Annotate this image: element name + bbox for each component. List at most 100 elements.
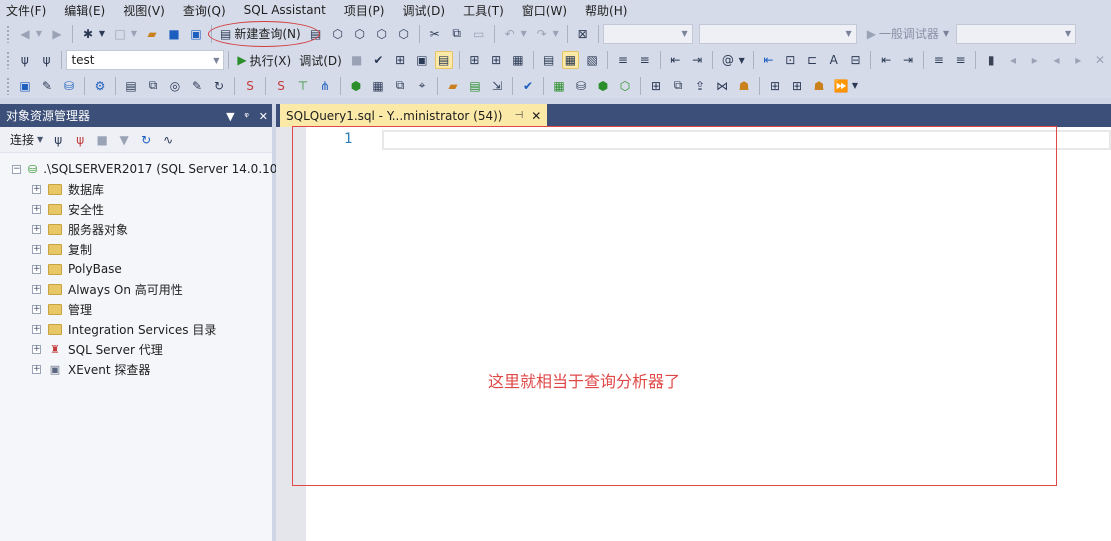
- sa-forward-icon[interactable]: ⏩: [832, 77, 850, 95]
- prev-bookmark-icon[interactable]: ◂: [1004, 51, 1022, 69]
- platform-combo[interactable]: ▼: [698, 23, 857, 44]
- sa-database-icon[interactable]: ⛁: [60, 77, 78, 95]
- expand-icon[interactable]: +: [32, 344, 41, 354]
- sa-tree-icon[interactable]: ⊤: [294, 77, 312, 95]
- sa-excel-icon[interactable]: ▦: [550, 77, 568, 95]
- parse-icon[interactable]: ✔: [370, 51, 388, 69]
- tree-node[interactable]: + Integration Services 目录: [0, 319, 272, 339]
- comment-icon[interactable]: ≡: [614, 51, 632, 69]
- debugger-button[interactable]: ▶ 一般调试器 ▼: [863, 24, 956, 44]
- sa-window-icon[interactable]: ▣: [16, 77, 34, 95]
- sql-assistant-options-icon[interactable]: ⊡: [781, 51, 799, 69]
- dax-query-icon[interactable]: ⬡: [395, 25, 413, 43]
- sa-folder-icon[interactable]: ▰: [444, 77, 462, 95]
- query-editor[interactable]: 1: [276, 127, 1111, 541]
- results-to-text-icon[interactable]: ▤: [540, 51, 558, 69]
- close-icon[interactable]: ✕: [259, 110, 268, 123]
- change-connection-icon[interactable]: ψ: [38, 51, 56, 69]
- activity-monitor-icon[interactable]: ⊠: [574, 25, 592, 43]
- tree-node[interactable]: + ▣ XEvent 探查器: [0, 359, 272, 379]
- toolbar-grip[interactable]: [6, 76, 10, 95]
- expand-icon[interactable]: +: [32, 304, 41, 314]
- pin-icon[interactable]: ⊣: [515, 110, 524, 121]
- sa-schema-icon[interactable]: ⊞: [647, 77, 665, 95]
- sa-package-icon[interactable]: ⬡: [616, 77, 634, 95]
- live-query-stats-icon[interactable]: ⊞: [487, 51, 505, 69]
- debug-button[interactable]: 调试(D): [295, 50, 346, 70]
- sa-data-icon[interactable]: ⛁: [572, 77, 590, 95]
- sa-refresh-icon[interactable]: ↻: [210, 77, 228, 95]
- results-to-file-icon[interactable]: ▧: [583, 51, 601, 69]
- indent-icon[interactable]: ⇥: [899, 51, 917, 69]
- sa-cubes-icon[interactable]: ⬢: [594, 77, 612, 95]
- available-databases-combo[interactable]: test ▼: [66, 50, 225, 70]
- current-line-highlight[interactable]: [382, 130, 1111, 150]
- save-icon[interactable]: ■: [165, 25, 183, 43]
- sa-grid-icon[interactable]: ⊞: [766, 77, 784, 95]
- next-bookmark-folder-icon[interactable]: ▸: [1069, 51, 1087, 69]
- refresh-icon[interactable]: ↻: [137, 131, 155, 149]
- menu-tools[interactable]: 工具(T): [463, 2, 504, 19]
- intellisense-icon[interactable]: ▤: [434, 51, 453, 69]
- tree-node[interactable]: + 数据库: [0, 179, 272, 199]
- expand-icon[interactable]: +: [32, 204, 41, 214]
- undo-icon[interactable]: ↶: [501, 25, 519, 43]
- stop-icon[interactable]: ■: [93, 131, 111, 149]
- sa-globe-icon[interactable]: ◎: [166, 77, 184, 95]
- sql-assistant-case-icon[interactable]: A: [825, 51, 843, 69]
- sa-export-icon[interactable]: ⇲: [488, 77, 506, 95]
- comment-lines-icon[interactable]: ≡: [930, 51, 948, 69]
- sa-pdf-icon[interactable]: ▤: [466, 77, 484, 95]
- activity-icon[interactable]: ∿: [159, 131, 177, 149]
- pin-icon[interactable]: ᵠ: [244, 110, 249, 123]
- dmx-query-icon[interactable]: ⬡: [351, 25, 369, 43]
- sa-compare-icon[interactable]: ⧉: [669, 77, 687, 95]
- menu-query[interactable]: 查询(Q): [183, 2, 226, 19]
- sa-split-icon[interactable]: ⋔: [316, 77, 334, 95]
- sa-table-icon[interactable]: ▦: [369, 77, 387, 95]
- sql-assistant-format-icon[interactable]: ⇤: [760, 51, 778, 69]
- disconnect-icon[interactable]: ψ: [71, 131, 89, 149]
- sa-settings-icon[interactable]: ⚙: [91, 77, 109, 95]
- expand-icon[interactable]: +: [32, 224, 41, 234]
- expand-icon[interactable]: +: [32, 284, 41, 294]
- sa-tools-icon[interactable]: ✎: [38, 77, 56, 95]
- expand-icon[interactable]: +: [32, 244, 41, 254]
- sa-link-icon[interactable]: ⧉: [144, 77, 162, 95]
- bookmark-icon[interactable]: ▮: [982, 51, 1000, 69]
- new-query-button[interactable]: ▤ 新建查询(N): [208, 20, 320, 47]
- menu-edit[interactable]: 编辑(E): [64, 2, 105, 19]
- cancel-execute-icon[interactable]: ■: [348, 51, 366, 69]
- results-to-grid-icon[interactable]: ▦: [561, 51, 580, 69]
- uncomment-icon[interactable]: ≡: [636, 51, 654, 69]
- clear-bookmarks-icon[interactable]: ✕: [1091, 51, 1109, 69]
- query-options-icon[interactable]: ▣: [413, 51, 431, 69]
- increase-indent-icon[interactable]: ⇥: [688, 51, 706, 69]
- display-estimated-plan-icon[interactable]: ⊞: [391, 51, 409, 69]
- include-actual-plan-icon[interactable]: ⊞: [466, 51, 484, 69]
- database-engine-query-icon[interactable]: ▤: [307, 25, 325, 43]
- redo-icon[interactable]: ↷: [533, 25, 551, 43]
- add-item-icon[interactable]: □: [111, 25, 129, 43]
- filter-icon[interactable]: ▼: [115, 131, 133, 149]
- sa-edit-icon[interactable]: ✎: [188, 77, 206, 95]
- panel-dropdown-icon[interactable]: ▼: [226, 110, 234, 123]
- tree-node[interactable]: + PolyBase: [0, 259, 272, 279]
- new-project-icon[interactable]: ✱: [79, 25, 97, 43]
- execute-button[interactable]: ▶ 执行(X): [233, 50, 295, 70]
- sa-people-icon[interactable]: ☗: [810, 77, 828, 95]
- connect-button[interactable]: 连接 ▼: [8, 130, 47, 150]
- sa-sql-icon[interactable]: S: [241, 77, 259, 95]
- sa-upload-icon[interactable]: ⇪: [691, 77, 709, 95]
- debug-target-combo[interactable]: ▼: [956, 23, 1077, 44]
- tree-node[interactable]: + ♜ SQL Server 代理: [0, 339, 272, 359]
- sa-spellcheck-icon[interactable]: ✔: [519, 77, 537, 95]
- undo-dropdown-icon[interactable]: ▼: [519, 25, 529, 43]
- solution-config-combo[interactable]: ▼: [602, 23, 693, 44]
- tree-node[interactable]: + 安全性: [0, 199, 272, 219]
- cut-icon[interactable]: ✂: [426, 25, 444, 43]
- decrease-indent-icon[interactable]: ⇤: [667, 51, 685, 69]
- add-item-dropdown-icon[interactable]: ▼: [129, 25, 139, 43]
- paste-icon[interactable]: ▭: [470, 25, 488, 43]
- tab-sqlquery1[interactable]: SQLQuery1.sql - Y...ministrator (54)) ⊣ …: [280, 104, 548, 127]
